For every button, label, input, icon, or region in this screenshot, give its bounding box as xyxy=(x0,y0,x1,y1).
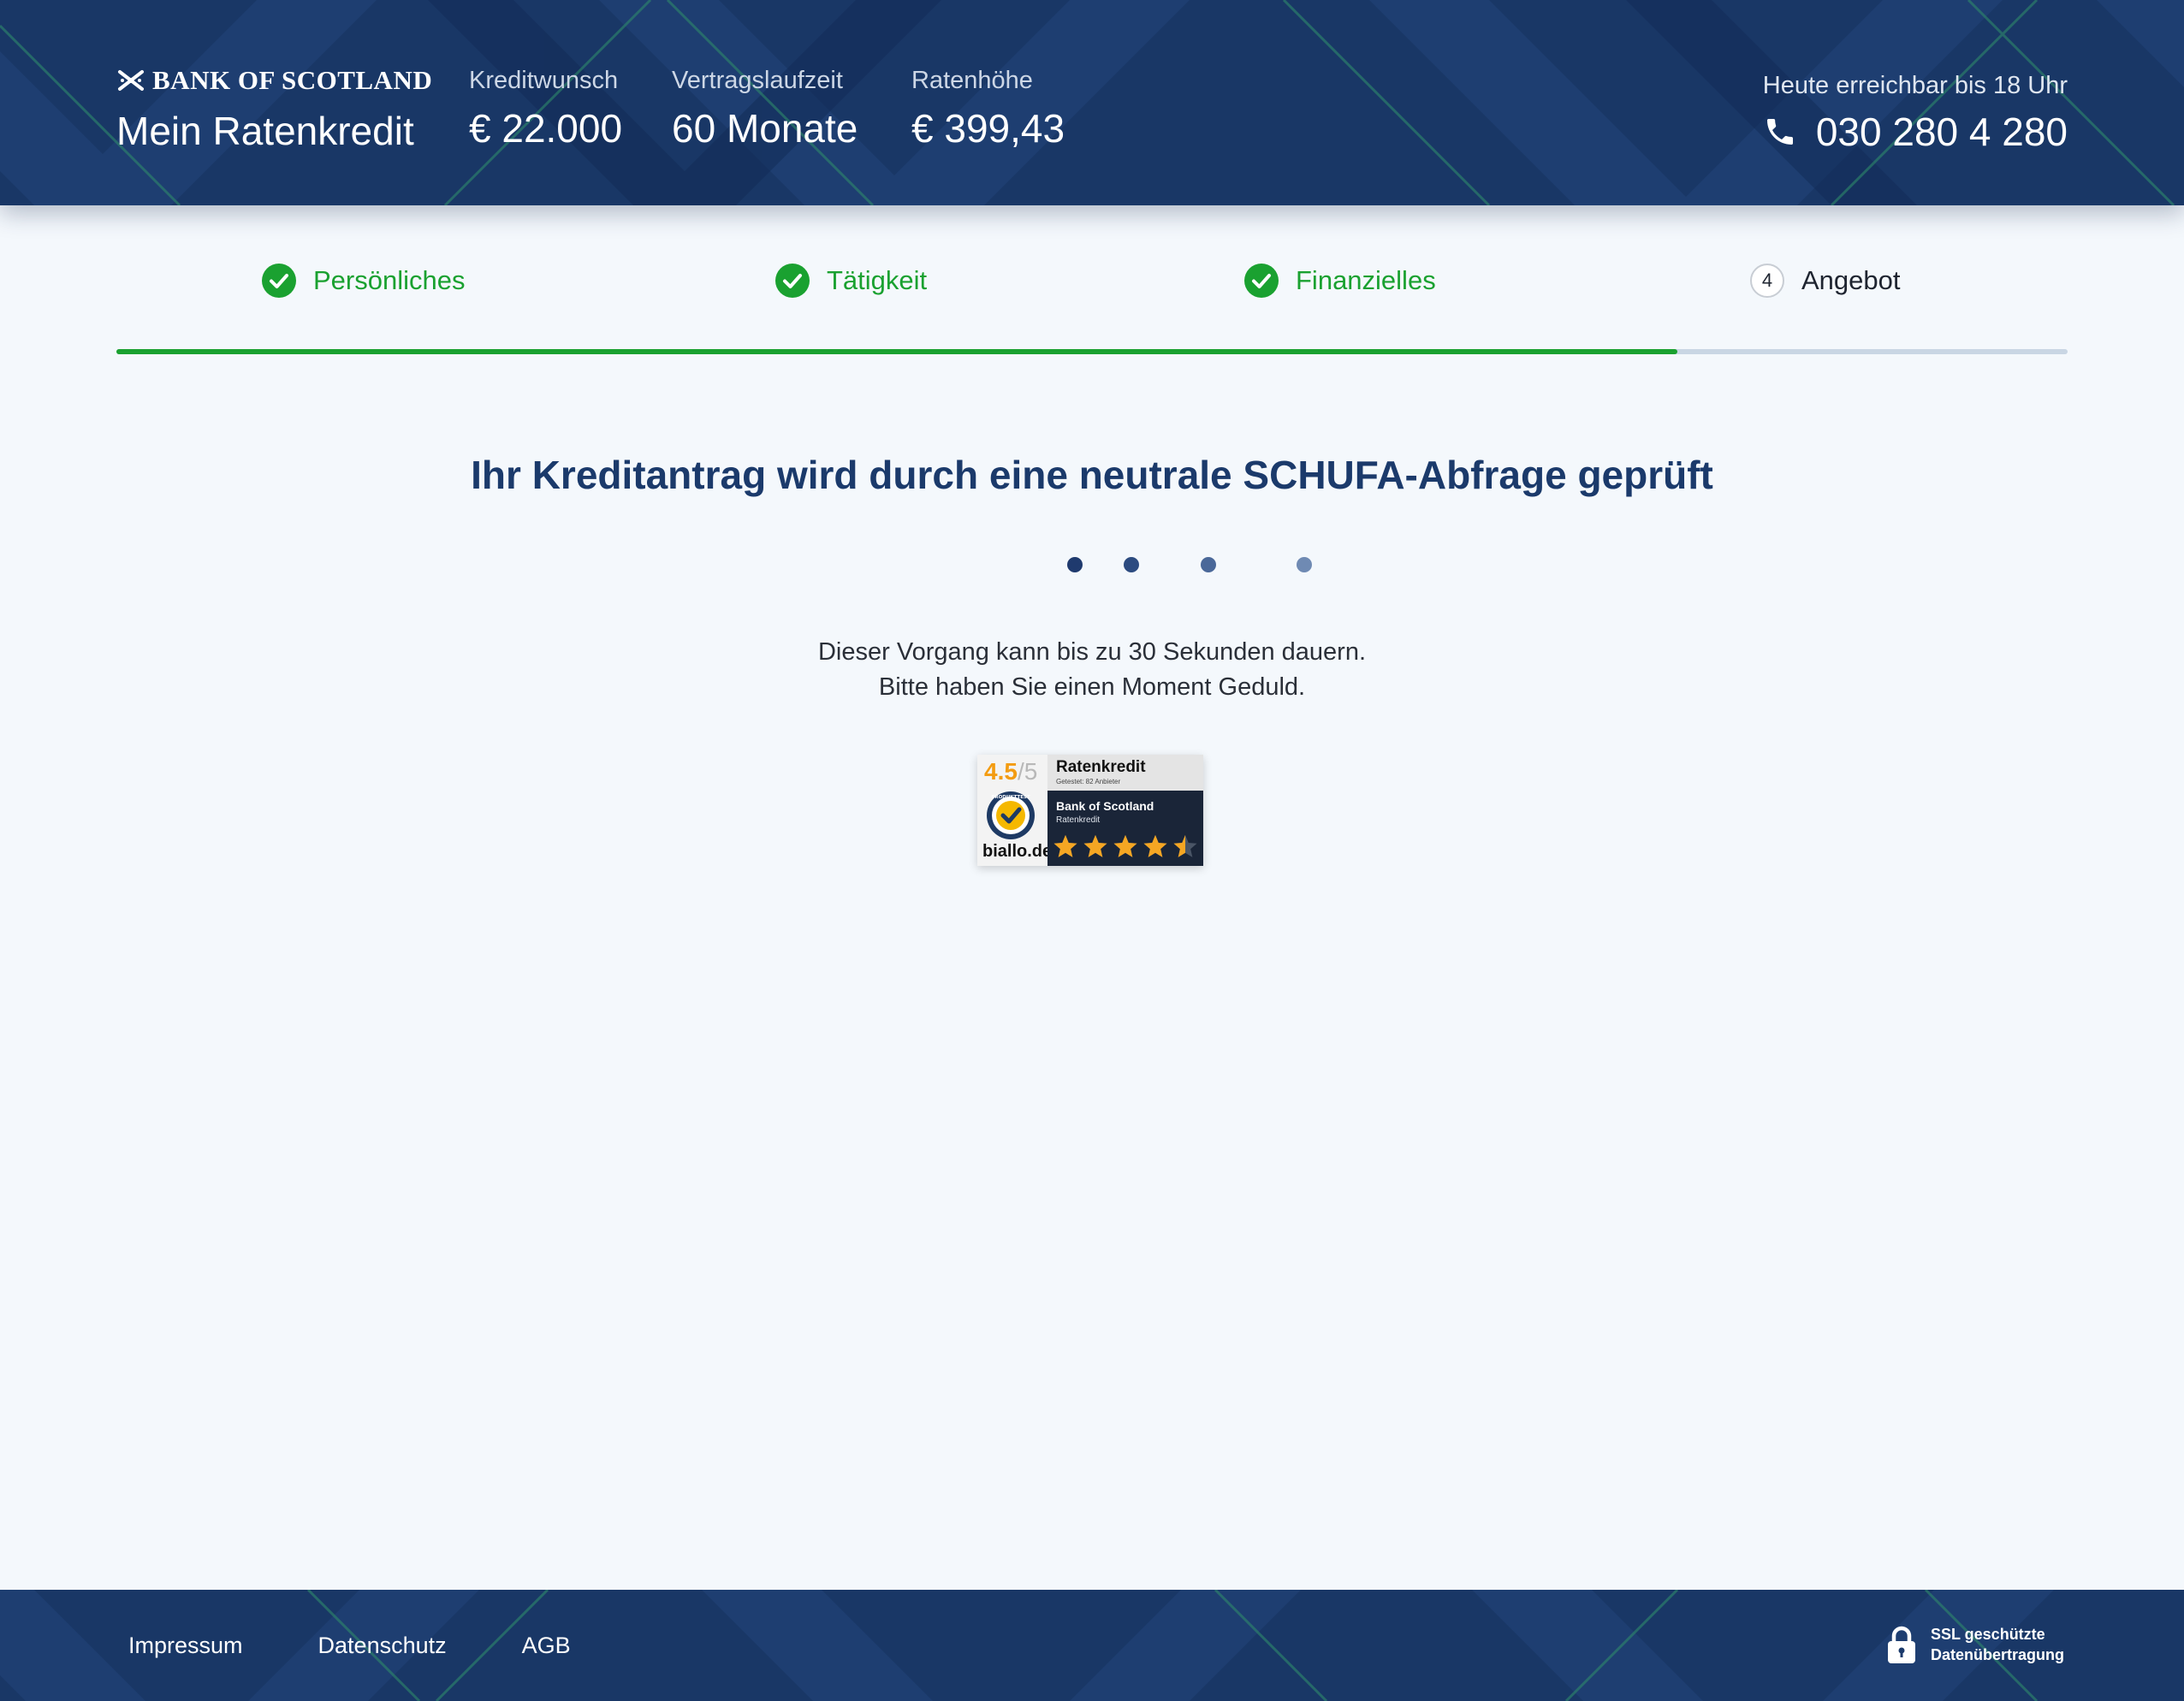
badge-product: Ratenkredit xyxy=(1056,815,1101,825)
footer-link-datenschutz[interactable]: Datenschutz xyxy=(318,1633,447,1659)
saltire-logo-icon xyxy=(118,70,144,91)
check-circle-icon xyxy=(775,264,810,298)
loading-indicator xyxy=(0,557,2184,574)
badge-score: 4.5/5 xyxy=(984,758,1037,785)
progress-track xyxy=(116,349,2068,354)
step-finanzielles[interactable]: Finanzielles xyxy=(1244,264,1436,298)
star-rating xyxy=(1053,833,1198,859)
star-icon xyxy=(1113,834,1137,857)
step-number: 4 xyxy=(1750,264,1784,298)
seal-text: PRODUKTTEST xyxy=(991,795,1030,800)
star-icon xyxy=(1083,834,1107,857)
loading-dot xyxy=(1124,557,1139,572)
step-persoenliches[interactable]: Persönliches xyxy=(262,264,465,298)
progress-stepper: Persönliches Tätigkeit Finanzielles 4 An… xyxy=(116,257,2068,359)
loading-dot xyxy=(1201,557,1216,572)
ssl-notice: SSL geschützte Datenübertragung xyxy=(1886,1624,2064,1665)
step-label: Persönliches xyxy=(313,265,466,295)
step-taetigkeit[interactable]: Tätigkeit xyxy=(775,264,927,298)
site-footer: Impressum Datenschutz AGB SSL geschützte… xyxy=(0,1590,2184,1701)
ssl-text-line: SSL geschützte xyxy=(1930,1626,2045,1643)
check-circle-icon xyxy=(1244,264,1279,298)
badge-bank-panel: Bank of Scotland Ratenkredit xyxy=(1047,791,1203,866)
star-icon xyxy=(1143,834,1167,857)
badge-score-value: 4.5 xyxy=(984,758,1018,785)
footer-link-impressum[interactable]: Impressum xyxy=(128,1633,243,1659)
footer-links: Impressum Datenschutz AGB xyxy=(128,1590,571,1701)
loading-dot xyxy=(1067,557,1083,572)
step-label: Tätigkeit xyxy=(827,265,928,295)
wait-message-line: Bitte haben Sie einen Moment Geduld. xyxy=(878,673,1306,701)
logo-text: BANK OF SCOTLAND xyxy=(152,65,433,95)
biallo-rating-badge[interactable]: 4.5/5 PRODUKTTEST biallo.de Ratenkredit … xyxy=(977,755,1203,866)
step-label: Angebot xyxy=(1801,265,1901,295)
site-header: BANK OF SCOTLAND Mein Ratenkredit Kredit… xyxy=(0,0,2184,205)
wait-message-line: Dieser Vorgang kann bis zu 30 Sekunden d… xyxy=(817,638,1367,666)
check-circle-icon xyxy=(262,264,296,298)
phone-link[interactable]: 030 280 4 280 xyxy=(1763,109,2068,155)
stat-label: Ratenhöhe xyxy=(911,67,1033,94)
badge-bank: Bank of Scotland xyxy=(1056,799,1154,813)
star-icon xyxy=(1173,834,1197,857)
badge-score-max: /5 xyxy=(1017,758,1038,785)
footer-link-agb[interactable]: AGB xyxy=(522,1633,571,1659)
stat-monthly-rate: Ratenhöhe € 399,43 xyxy=(911,67,1065,151)
page-title: Ihr Kreditantrag wird durch eine neutral… xyxy=(471,453,1713,497)
badge-score-panel: 4.5/5 PRODUKTTEST biallo.de xyxy=(977,755,1052,866)
test-seal-icon: PRODUKTTEST xyxy=(987,791,1035,839)
badge-site: biallo.de xyxy=(982,842,1053,861)
stat-label: Kreditwunsch xyxy=(469,67,619,94)
badge-category-panel: Ratenkredit Getestet: 82 Anbieter xyxy=(1047,755,1203,791)
stat-value: € 22.000 xyxy=(469,106,623,151)
product-title: Mein Ratenkredit xyxy=(116,109,414,153)
contact-hours: Heute erreichbar bis 18 Uhr xyxy=(1762,72,2068,99)
phone-number: 030 280 4 280 xyxy=(1815,110,2068,154)
stat-credit-amount: Kreditwunsch € 22.000 xyxy=(469,67,622,151)
contact-block: Heute erreichbar bis 18 Uhr 030 280 4 28… xyxy=(1763,72,2068,155)
stat-value: € 399,43 xyxy=(911,106,1065,151)
ssl-text: SSL geschützte Datenübertragung xyxy=(1931,1624,2064,1665)
step-angebot: 4 Angebot xyxy=(1750,264,1901,298)
stat-label: Vertragslaufzeit xyxy=(672,67,843,94)
loading-dot xyxy=(1297,557,1312,572)
progress-fill xyxy=(116,349,1677,354)
lock-icon xyxy=(1887,1626,1915,1663)
badge-category: Ratenkredit xyxy=(1056,758,1146,776)
step-label: Finanzielles xyxy=(1296,265,1436,295)
stat-value: 60 Monate xyxy=(672,106,858,151)
star-icon xyxy=(1053,834,1077,857)
phone-icon xyxy=(1766,119,1793,145)
badge-tested: Getestet: 82 Anbieter xyxy=(1056,778,1121,785)
wait-message: Dieser Vorgang kann bis zu 30 Sekunden d… xyxy=(0,635,2184,705)
bank-logo[interactable]: BANK OF SCOTLAND xyxy=(116,65,432,96)
stat-term: Vertragslaufzeit 60 Monate xyxy=(672,67,858,151)
ssl-text-line: Datenübertragung xyxy=(1930,1646,2064,1663)
brand-block: BANK OF SCOTLAND Mein Ratenkredit xyxy=(116,65,432,154)
